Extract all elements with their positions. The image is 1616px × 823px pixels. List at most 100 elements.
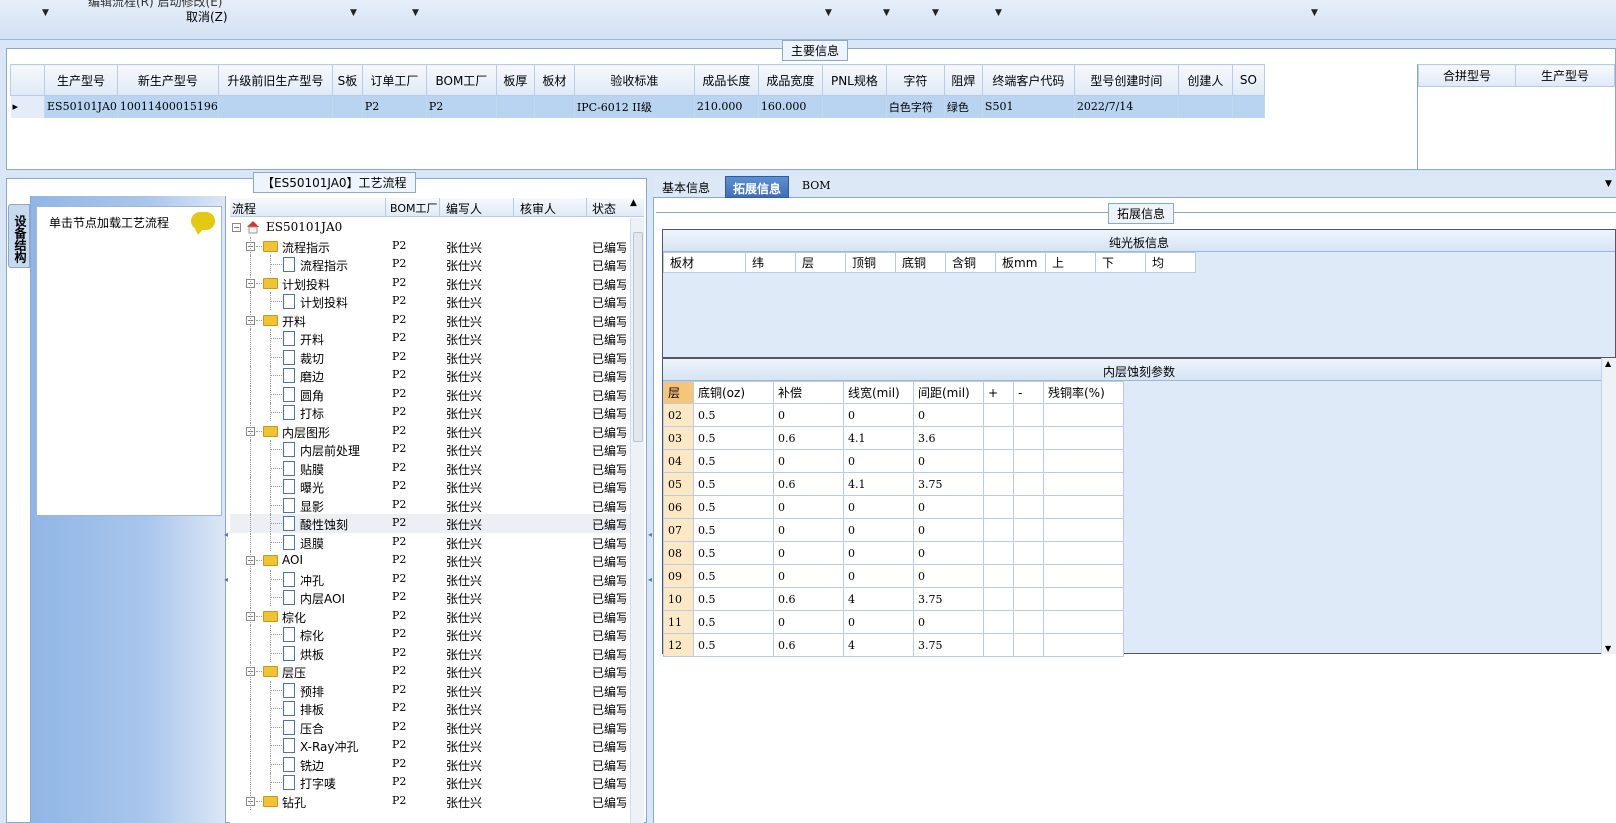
tree-node-label[interactable]: 层压 xyxy=(282,664,306,681)
table-cell[interactable] xyxy=(983,518,1014,542)
table-cell[interactable]: 0.6 xyxy=(773,426,844,450)
table-cell[interactable]: 0 xyxy=(843,541,914,565)
tree-row[interactable]: − 层压 P2 张仕兴 已编写 xyxy=(230,662,630,681)
tree-row[interactable]: − 计划投料 P2 张仕兴 已编写 xyxy=(230,273,630,293)
column-header[interactable]: 升级前旧生产型号 xyxy=(217,64,333,96)
column-header[interactable]: 状态 xyxy=(592,200,616,217)
tree-row[interactable]: 烘板 P2 张仕兴 已编写 xyxy=(230,643,630,663)
table-cell[interactable] xyxy=(983,472,1014,496)
table-cell[interactable]: 0.5 xyxy=(693,541,774,565)
column-header[interactable]: 编写人 xyxy=(446,200,482,217)
table-cell[interactable]: 0 xyxy=(773,449,844,473)
table-cell[interactable] xyxy=(983,449,1014,473)
table-cell[interactable]: 10 xyxy=(663,587,694,611)
tab-basic-info[interactable]: 基本信息 xyxy=(655,176,717,198)
tree-row[interactable]: 预排 P2 张仕兴 已编写 xyxy=(230,680,630,700)
column-header[interactable]: BOM工厂 xyxy=(390,200,438,216)
table-cell[interactable]: 0 xyxy=(773,610,844,634)
tree-row[interactable]: 铣边 P2 张仕兴 已编写 xyxy=(230,754,630,774)
table-cell[interactable] xyxy=(1043,633,1124,657)
tree-node-label[interactable]: 钻孔 xyxy=(282,794,306,811)
column-header[interactable]: 板mm xyxy=(995,252,1046,273)
tree-row[interactable]: 冲孔 P2 张仕兴 已编写 xyxy=(230,569,630,589)
tree-row[interactable]: 排板 P2 张仕兴 已编写 xyxy=(230,699,630,718)
table-cell[interactable] xyxy=(1043,403,1124,427)
table-cell[interactable] xyxy=(1013,449,1044,473)
table-cell[interactable]: 0.5 xyxy=(693,587,774,611)
table-cell[interactable]: 0.5 xyxy=(693,495,774,519)
table-cell[interactable]: 0 xyxy=(913,610,984,634)
collapse-arrow-icon[interactable]: ◂ xyxy=(648,530,652,539)
table-cell[interactable]: 08 xyxy=(663,541,694,565)
column-header[interactable]: 合拼型号 xyxy=(1418,64,1516,87)
tree-row[interactable]: 打标 P2 张仕兴 已编写 xyxy=(230,403,630,422)
tree-node-label[interactable]: 曝光 xyxy=(300,479,324,496)
table-cell[interactable]: 3.75 xyxy=(913,633,984,657)
table-cell[interactable]: 160.000 xyxy=(758,95,823,118)
table-cell[interactable] xyxy=(1013,403,1044,427)
table-cell[interactable] xyxy=(1043,564,1124,588)
column-header[interactable]: 上 xyxy=(1045,252,1096,273)
table-cell[interactable] xyxy=(1013,518,1044,542)
tree-node-label[interactable]: 流程指示 xyxy=(282,239,330,256)
tree-node-label[interactable]: 开料 xyxy=(282,313,306,330)
tree-row[interactable]: − AOI P2 张仕兴 已编写 xyxy=(230,551,630,570)
table-cell[interactable]: 02 xyxy=(663,403,694,427)
column-header[interactable]: 型号创建时间 xyxy=(1073,64,1179,96)
tree-node-label[interactable]: 酸性蚀刻 xyxy=(300,516,348,533)
table-row[interactable]: 07 0.5 0 0 0 xyxy=(663,518,1124,542)
tree-row[interactable]: 压合 P2 张仕兴 已编写 xyxy=(230,717,630,737)
tree-row[interactable]: 内层前处理 P2 张仕兴 已编写 xyxy=(230,440,630,459)
column-header[interactable]: S板 xyxy=(331,64,363,96)
table-cell[interactable]: 0 xyxy=(773,403,844,427)
tree-row[interactable]: 流程指示 P2 张仕兴 已编写 xyxy=(230,255,630,274)
table-cell[interactable]: 0.5 xyxy=(693,472,774,496)
chevron-down-icon[interactable]: ▼ xyxy=(825,8,832,18)
tree-node-label[interactable]: 贴膜 xyxy=(300,461,324,478)
tree-row[interactable]: 棕化 P2 张仕兴 已编写 xyxy=(230,625,630,644)
table-cell[interactable]: 0 xyxy=(843,449,914,473)
column-header[interactable]: 生产型号 xyxy=(44,64,118,96)
collapse-icon[interactable]: − xyxy=(232,223,241,232)
column-header[interactable]: 下 xyxy=(1095,252,1146,273)
table-cell[interactable]: 0 xyxy=(773,541,844,565)
column-header[interactable]: 板材 xyxy=(533,64,575,96)
tree-node-label[interactable]: 冲孔 xyxy=(300,572,324,589)
table-cell[interactable] xyxy=(1043,426,1124,450)
tree-node-label[interactable]: 显影 xyxy=(300,498,324,515)
table-cell[interactable]: 10011400015196 xyxy=(117,95,219,118)
tree-row[interactable]: 计划投料 P2 张仕兴 已编写 xyxy=(230,292,630,311)
table-cell[interactable]: 0.5 xyxy=(693,426,774,450)
table-cell[interactable]: 3.75 xyxy=(913,472,984,496)
table-cell[interactable] xyxy=(983,541,1014,565)
table-cell[interactable]: 0 xyxy=(843,495,914,519)
table-cell[interactable]: 12 xyxy=(663,633,694,657)
table-cell[interactable]: 0 xyxy=(843,610,914,634)
table-cell[interactable] xyxy=(1043,518,1124,542)
column-header[interactable]: 板厚 xyxy=(495,64,535,96)
table-cell[interactable]: 0 xyxy=(843,518,914,542)
tree-node-label[interactable]: 铣边 xyxy=(300,757,324,774)
scroll-down-icon[interactable]: ▼ xyxy=(1605,644,1611,653)
table-cell[interactable] xyxy=(534,95,575,118)
table-cell[interactable] xyxy=(822,95,887,118)
tree-row[interactable]: − 钻孔 P2 张仕兴 已编写 xyxy=(230,791,630,811)
tree-node-label[interactable]: 棕化 xyxy=(300,627,324,644)
column-header[interactable]: 补偿 xyxy=(773,381,844,404)
table-cell[interactable] xyxy=(1013,472,1044,496)
table-row[interactable]: 12 0.5 0.6 4 3.75 xyxy=(663,633,1124,657)
scroll-up-icon[interactable]: ▲ xyxy=(630,198,637,208)
cancel-menu-item[interactable]: 取消(Z) xyxy=(186,8,228,25)
table-cell[interactable] xyxy=(1043,587,1124,611)
table-cell[interactable]: P2 xyxy=(362,95,427,118)
table-cell[interactable] xyxy=(983,426,1014,450)
table-cell[interactable]: 0 xyxy=(773,518,844,542)
table-cell[interactable]: 0.5 xyxy=(693,449,774,473)
tree-row[interactable]: X-Ray冲孔 P2 张仕兴 已编写 xyxy=(230,736,630,755)
column-header[interactable]: 层 xyxy=(663,381,694,404)
table-cell[interactable]: 3.75 xyxy=(913,587,984,611)
column-header[interactable]: 流程 xyxy=(232,200,256,217)
table-cell[interactable]: 4.1 xyxy=(843,472,914,496)
column-header[interactable]: 成品长度 xyxy=(693,64,759,96)
column-header[interactable]: 含铜 xyxy=(945,252,996,273)
